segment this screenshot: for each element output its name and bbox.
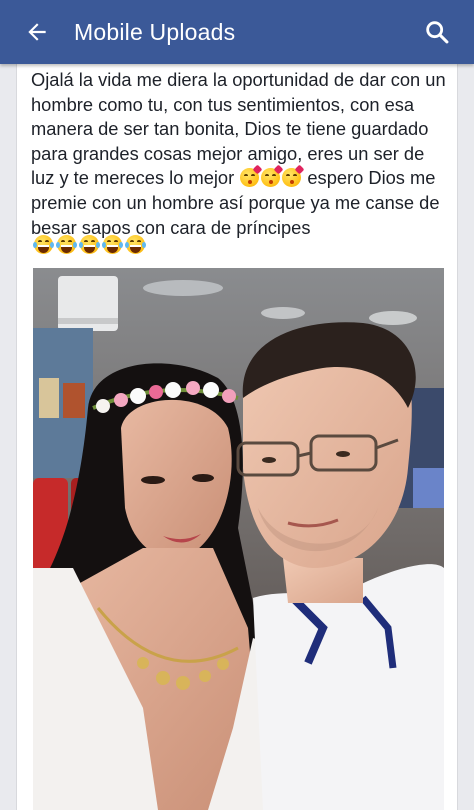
kissing-heart-emoji <box>240 164 263 188</box>
search-icon <box>426 21 449 44</box>
post-card: Ojalá la vida me diera la oportunidad de… <box>16 64 458 810</box>
post-text: Ojalá la vida me diera la oportunidad de… <box>31 68 451 240</box>
app-bar: Mobile Uploads <box>0 0 474 64</box>
laughing-tears-emoji <box>102 235 123 254</box>
kissing-heart-emoji <box>282 164 305 188</box>
laughing-tears-emoji <box>33 235 54 254</box>
laughing-tears-emoji <box>125 235 146 254</box>
laughing-tears-emoji <box>56 235 77 254</box>
back-button[interactable] <box>14 9 60 55</box>
arrow-back-icon <box>28 23 46 41</box>
search-button[interactable] <box>414 9 460 55</box>
laughing-tears-emoji <box>79 235 100 254</box>
selfie-photo[interactable] <box>33 268 444 810</box>
page-title: Mobile Uploads <box>74 18 236 45</box>
emoji-row <box>33 235 146 254</box>
kissing-heart-emoji <box>261 164 284 188</box>
